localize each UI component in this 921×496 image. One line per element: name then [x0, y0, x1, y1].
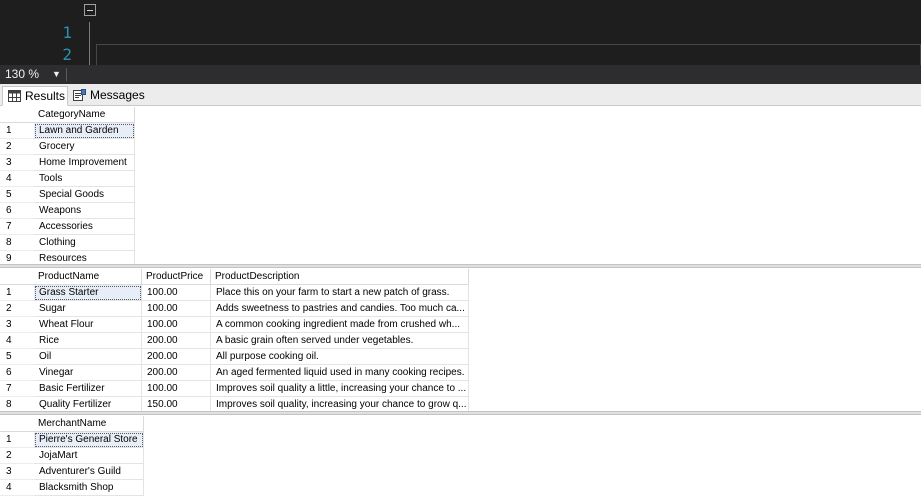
- grid-cell[interactable]: Clothing: [34, 235, 135, 251]
- row-number[interactable]: 2: [0, 139, 34, 155]
- grid-cell[interactable]: Accessories: [34, 219, 135, 235]
- grid-cell[interactable]: Grass Starter: [34, 285, 142, 301]
- grid-cell[interactable]: Grocery: [34, 139, 135, 155]
- code-line-1[interactable]: 1 SELECT CategoryName FROM Categories;: [0, 0, 921, 42]
- grid-cell[interactable]: Weapons: [34, 203, 135, 219]
- row-number[interactable]: 1: [0, 432, 34, 448]
- grid-cell[interactable]: Improves soil quality, increasing your c…: [211, 397, 469, 411]
- grid-cell[interactable]: Place this on your farm to start a new p…: [211, 285, 469, 301]
- tab-messages[interactable]: Messages: [68, 86, 145, 106]
- row-number[interactable]: 2: [0, 301, 34, 317]
- grid-cell[interactable]: An aged fermented liquid used in many co…: [211, 365, 469, 381]
- grid-cell[interactable]: Sugar: [34, 301, 142, 317]
- column-header[interactable]: CategoryName: [34, 107, 135, 123]
- grid-cell[interactable]: Pierre's General Store: [34, 432, 144, 448]
- outline-guide: [89, 22, 90, 44]
- divider: [66, 68, 67, 81]
- row-number[interactable]: 4: [0, 171, 34, 187]
- grid-cell[interactable]: Quality Fertilizer: [34, 397, 142, 411]
- grid-cell[interactable]: Blacksmith Shop: [34, 480, 144, 496]
- results-grid-categories[interactable]: CategoryName 1 Lawn and Garden 2 Grocery 3 Hom…: [0, 107, 921, 264]
- grid-cell[interactable]: Basic Fertilizer: [34, 381, 142, 397]
- code-line-3[interactable]: 3 SELECT m.MerchantName FROM Merchants m…: [0, 44, 921, 65]
- row-number[interactable]: 8: [0, 235, 34, 251]
- grid-cell[interactable]: Home Improvement: [34, 155, 135, 171]
- column-header[interactable]: ProductPrice: [142, 269, 211, 285]
- row-number[interactable]: 1: [0, 123, 34, 139]
- row-number[interactable]: 3: [0, 155, 34, 171]
- sql-editor[interactable]: 1 SELECT CategoryName FROM Categories; 2…: [0, 0, 921, 65]
- chevron-down-icon[interactable]: ▼: [52, 65, 61, 84]
- grid-cell[interactable]: Wheat Flour: [34, 317, 142, 333]
- outline-guide: [89, 44, 90, 65]
- row-number[interactable]: 7: [0, 381, 34, 397]
- grid-icon: [8, 90, 21, 102]
- row-number[interactable]: 3: [0, 317, 34, 333]
- tab-results[interactable]: Results: [2, 86, 68, 106]
- grid-cell[interactable]: 150.00: [142, 397, 211, 411]
- grid-cell[interactable]: 200.00: [142, 365, 211, 381]
- grid-cell[interactable]: Improves soil quality a little, increasi…: [211, 381, 469, 397]
- grid-cell[interactable]: A basic grain often served under vegetab…: [211, 333, 469, 349]
- row-number[interactable]: 4: [0, 480, 34, 496]
- grid-cell[interactable]: Lawn and Garden: [34, 123, 135, 139]
- column-header[interactable]: MerchantName: [34, 416, 144, 432]
- row-header-corner[interactable]: [0, 107, 34, 123]
- current-line-highlight: [96, 44, 921, 65]
- grid-cell[interactable]: Special Goods: [34, 187, 135, 203]
- column-header[interactable]: ProductName: [34, 269, 142, 285]
- messages-icon: [73, 89, 86, 101]
- code-line-2[interactable]: 2 SELECT p.ProductName, p.ProductPrice, …: [0, 22, 921, 64]
- tab-label: Results: [25, 89, 66, 103]
- grid-cell[interactable]: Tools: [34, 171, 135, 187]
- grid-cell[interactable]: 100.00: [142, 285, 211, 301]
- grid-cell[interactable]: Adventurer's Guild: [34, 464, 144, 480]
- results-tab-strip: Results Messages: [0, 84, 921, 106]
- row-number[interactable]: 6: [0, 365, 34, 381]
- grid-cell[interactable]: Resources: [34, 251, 135, 264]
- grid-cell[interactable]: A common cooking ingredient made from cr…: [211, 317, 469, 333]
- column-header[interactable]: ProductDescription: [211, 269, 469, 285]
- grid-cell[interactable]: 200.00: [142, 333, 211, 349]
- row-number[interactable]: 5: [0, 187, 34, 203]
- row-number[interactable]: 9: [0, 251, 34, 264]
- grid-cell[interactable]: Vinegar: [34, 365, 142, 381]
- row-header-corner[interactable]: [0, 416, 34, 432]
- grid-cell[interactable]: 100.00: [142, 317, 211, 333]
- collapse-icon[interactable]: [84, 4, 96, 16]
- row-number[interactable]: 3: [0, 464, 34, 480]
- grid-splitter[interactable]: [0, 264, 921, 268]
- grid-cell[interactable]: Adds sweetness to pastries and candies. …: [211, 301, 469, 317]
- zoom-level[interactable]: 130 %: [5, 65, 39, 84]
- row-number[interactable]: 2: [0, 448, 34, 464]
- grid-cell[interactable]: All purpose cooking oil.: [211, 349, 469, 365]
- row-number[interactable]: 7: [0, 219, 34, 235]
- row-header-corner[interactable]: [0, 269, 34, 285]
- grid-cell[interactable]: 100.00: [142, 381, 211, 397]
- row-number[interactable]: 4: [0, 333, 34, 349]
- results-grid-merchants[interactable]: MerchantName 1 Pierre's General Store 2 Joja…: [0, 416, 921, 496]
- row-number[interactable]: 8: [0, 397, 34, 411]
- zoom-bar: 130 % ▼: [0, 65, 921, 84]
- tab-label: Messages: [90, 88, 145, 102]
- grid-cell[interactable]: Oil: [34, 349, 142, 365]
- grid-cell[interactable]: 100.00: [142, 301, 211, 317]
- grid-cell[interactable]: 200.00: [142, 349, 211, 365]
- row-number[interactable]: 1: [0, 285, 34, 301]
- grid-cell[interactable]: JojaMart: [34, 448, 144, 464]
- grid-splitter[interactable]: [0, 411, 921, 415]
- row-number[interactable]: 6: [0, 203, 34, 219]
- row-number[interactable]: 5: [0, 349, 34, 365]
- grid-cell[interactable]: Rice: [34, 333, 142, 349]
- results-grid-products[interactable]: ProductName ProductPrice ProductDescriptio…: [0, 269, 921, 411]
